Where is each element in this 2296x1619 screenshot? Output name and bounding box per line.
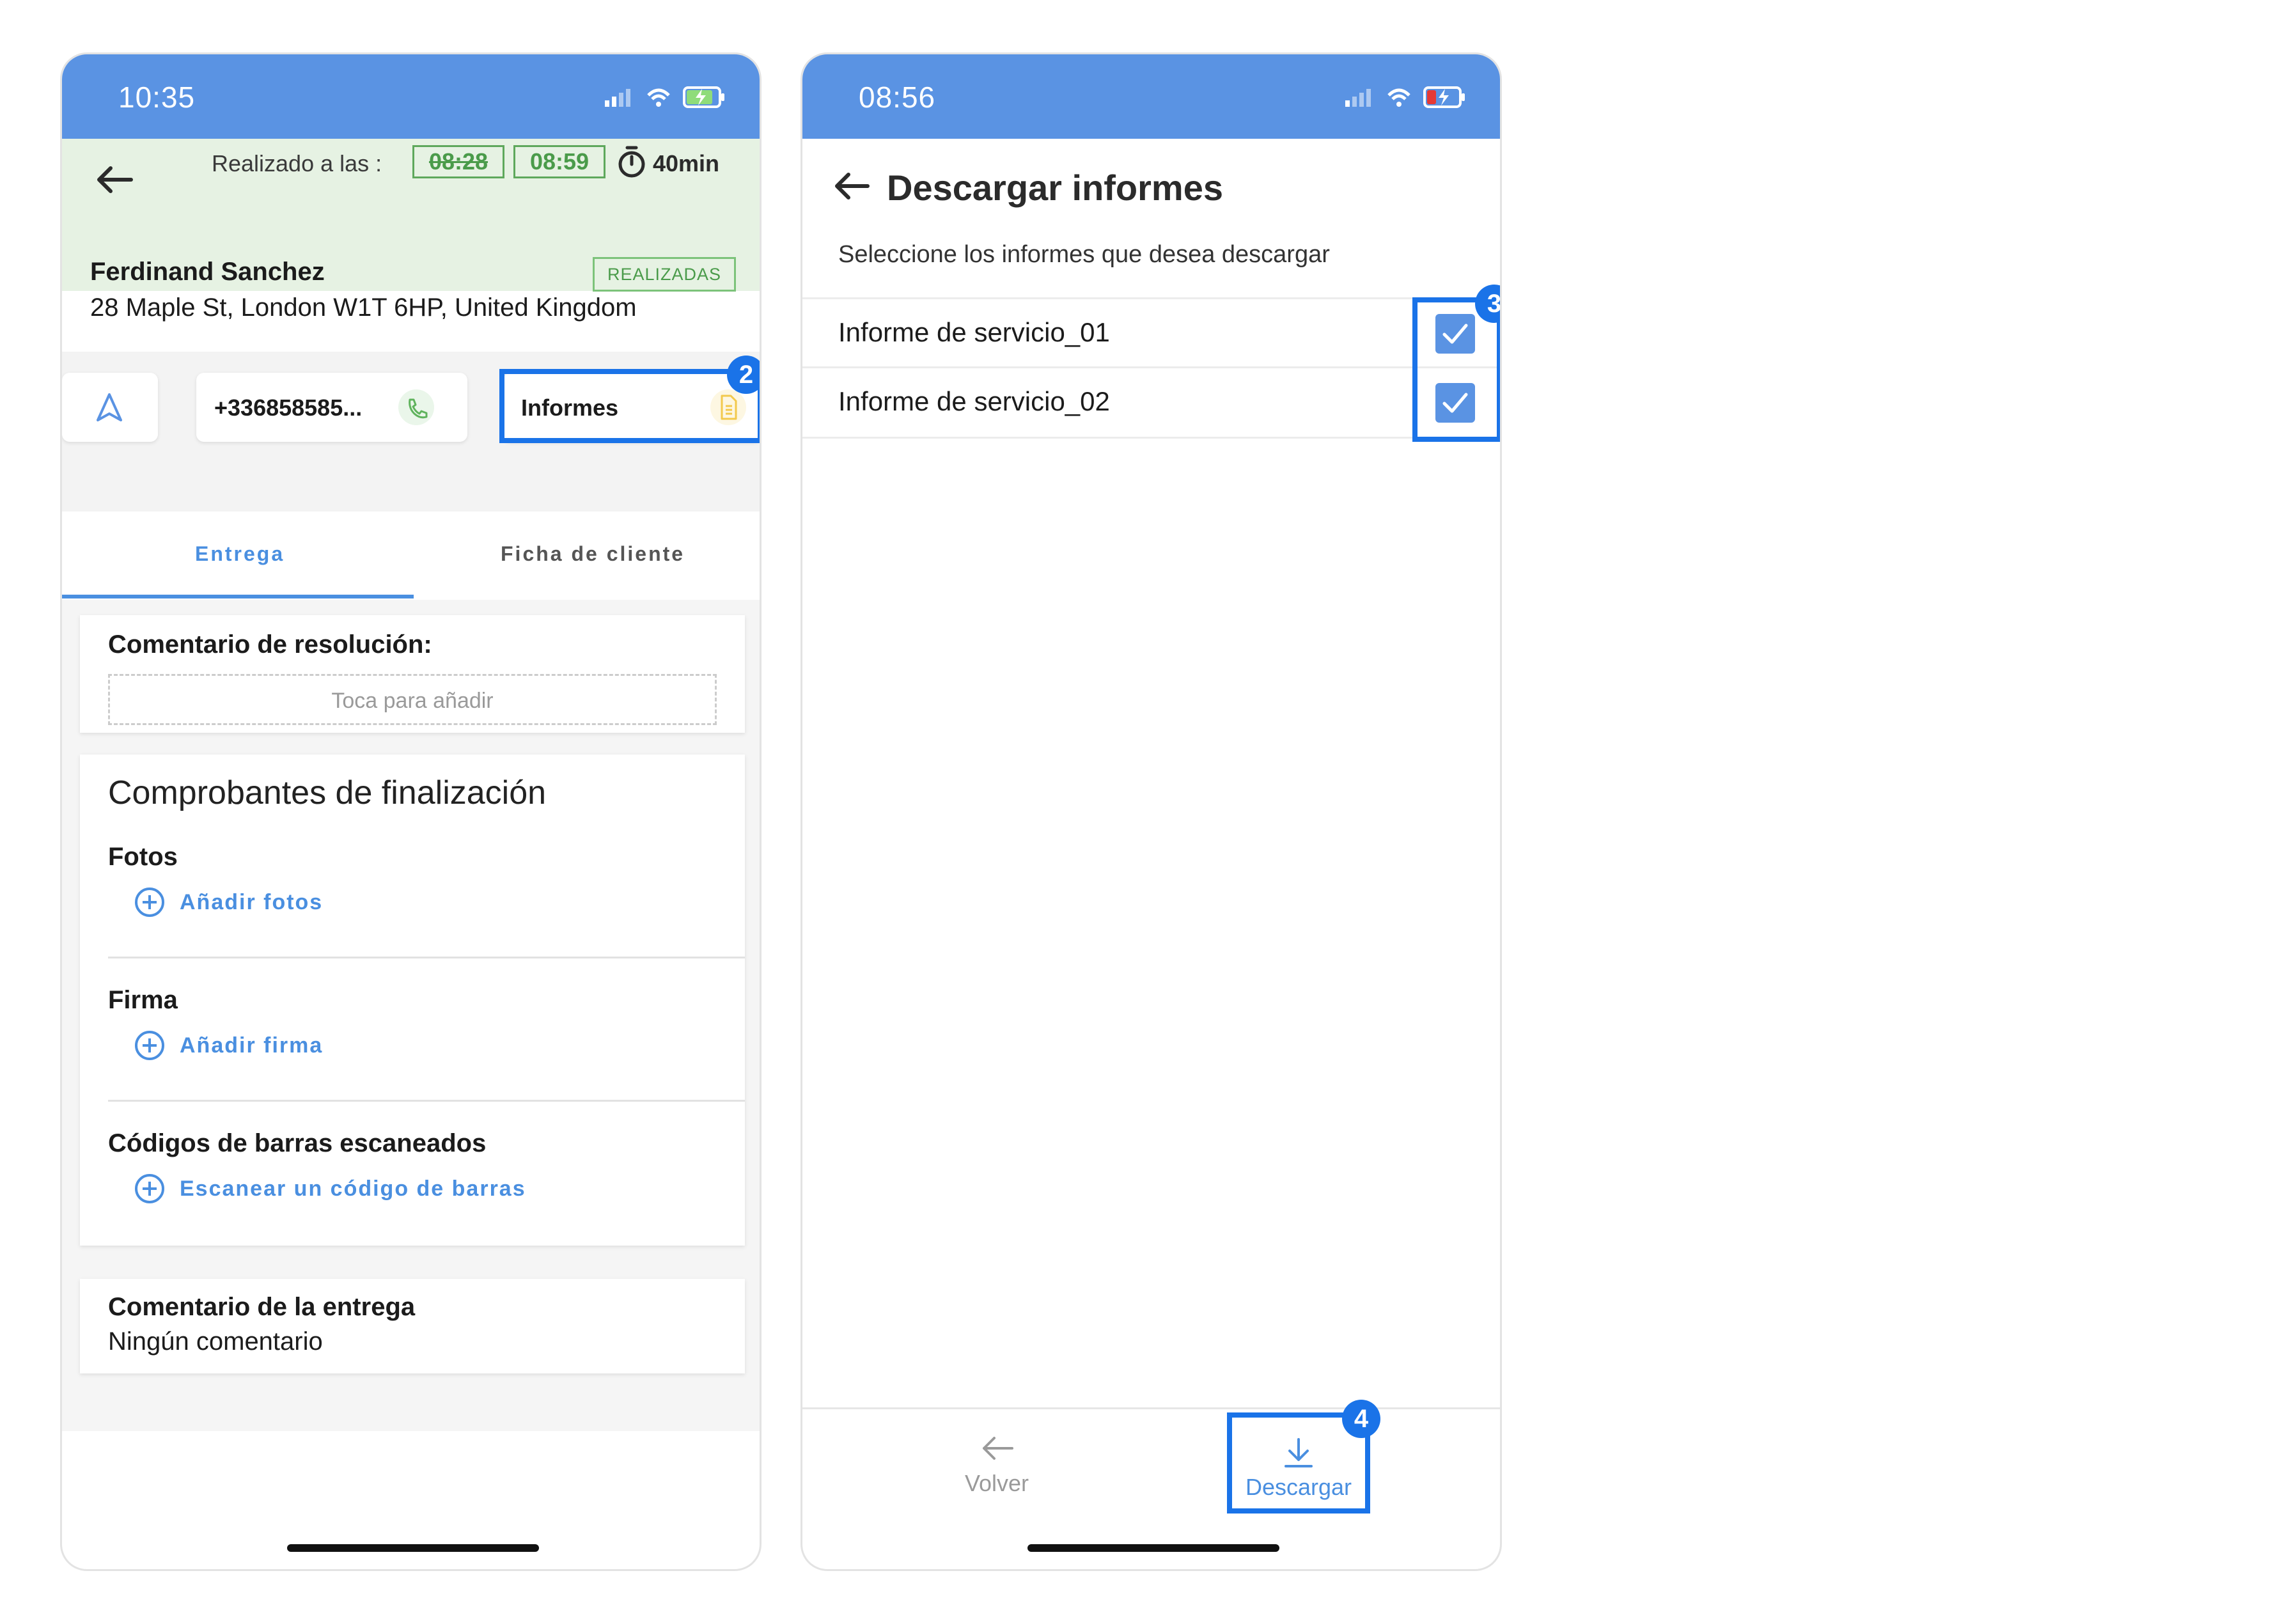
arrow-left-icon <box>983 1437 1013 1460</box>
divider <box>802 437 1500 439</box>
phone-icon <box>398 389 434 425</box>
delivery-comment-card: Comentario de la entrega Ningún comentar… <box>80 1279 745 1373</box>
report-label: Informe de servicio_01 <box>838 317 1110 347</box>
delivery-comment-title: Comentario de la entrega <box>108 1293 416 1321</box>
scan-barcode-link[interactable]: Escanear un código de barras <box>180 1177 526 1201</box>
status-time: 08:56 <box>859 81 936 114</box>
back-label: Volver <box>964 1470 1029 1496</box>
customer-address: 28 Maple St, London W1T 6HP, United King… <box>90 293 637 322</box>
tab-bar: Entrega Ficha de cliente <box>62 512 760 600</box>
proofs-title: Comprobantes de finalización <box>108 774 547 811</box>
call-button[interactable]: +336858585... <box>196 373 467 442</box>
step-badge-2: 2 <box>727 356 760 394</box>
scheduled-time: 08:28 <box>412 145 504 178</box>
add-photos-link[interactable]: Añadir fotos <box>180 890 323 915</box>
status-icons <box>1345 86 1465 108</box>
status-badge: REALIZADAS <box>593 257 736 292</box>
phone-number: +336858585... <box>214 395 363 421</box>
divider <box>108 1100 745 1102</box>
add-photos-icon[interactable] <box>134 886 166 918</box>
status-bar: 10:35 <box>62 54 760 139</box>
realized-label: Realizado a las : <box>212 150 382 176</box>
back-arrow-icon[interactable] <box>833 171 870 201</box>
actual-time: 08:59 <box>513 145 605 178</box>
back-arrow-icon[interactable] <box>95 164 134 195</box>
page-title: Descargar informes <box>887 168 1224 208</box>
barcodes-title: Códigos de barras escaneados <box>108 1129 487 1157</box>
add-signature-link[interactable]: Añadir firma <box>180 1033 323 1058</box>
proofs-card: Comprobantes de finalización Fotos Añadi… <box>80 755 745 1246</box>
scan-barcode-icon[interactable] <box>134 1173 166 1205</box>
report-label: Informe de servicio_02 <box>838 386 1110 416</box>
resolution-input[interactable]: Toca para añadir <box>108 674 717 725</box>
tab-delivery[interactable]: Entrega <box>195 542 285 566</box>
add-signature-icon[interactable] <box>134 1029 166 1061</box>
step-badge-4: 4 <box>1342 1400 1380 1438</box>
status-icons <box>605 86 724 108</box>
resolution-title: Comentario de resolución: <box>108 630 432 659</box>
page-subtitle: Seleccione los informes que desea descar… <box>838 241 1330 268</box>
resolution-card: Comentario de resolución: Toca para añad… <box>80 615 745 733</box>
report-row[interactable]: Informe de servicio_02 <box>802 368 1500 436</box>
phone-screen-download-reports: 08:56 Descargar informes Seleccione los … <box>800 52 1502 1571</box>
footer-divider <box>802 1407 1500 1409</box>
tab-customer-file[interactable]: Ficha de cliente <box>501 542 685 566</box>
resolution-placeholder: Toca para añadir <box>331 689 494 713</box>
stopwatch-icon <box>618 146 645 178</box>
status-time: 10:35 <box>118 81 196 114</box>
status-bar: 08:56 <box>802 54 1500 139</box>
signature-title: Firma <box>108 986 178 1014</box>
divider <box>108 957 745 958</box>
navigation-icon <box>97 393 122 421</box>
customer-name: Ferdinand Sanchez <box>90 258 325 286</box>
navigate-button[interactable] <box>62 373 158 442</box>
duration: 40min <box>653 150 720 176</box>
back-button[interactable]: Volver <box>918 1427 1076 1522</box>
delivery-comment-value: Ningún comentario <box>108 1327 323 1356</box>
reports-highlight <box>499 369 760 443</box>
home-indicator <box>1027 1544 1279 1552</box>
tab-indicator <box>62 595 414 598</box>
photos-title: Fotos <box>108 843 178 871</box>
home-indicator <box>287 1544 539 1552</box>
phone-screen-delivery: 10:35 Realizado a las : 08:28 08:59 40mi… <box>60 52 761 1571</box>
report-row[interactable]: Informe de servicio_01 <box>802 299 1500 367</box>
